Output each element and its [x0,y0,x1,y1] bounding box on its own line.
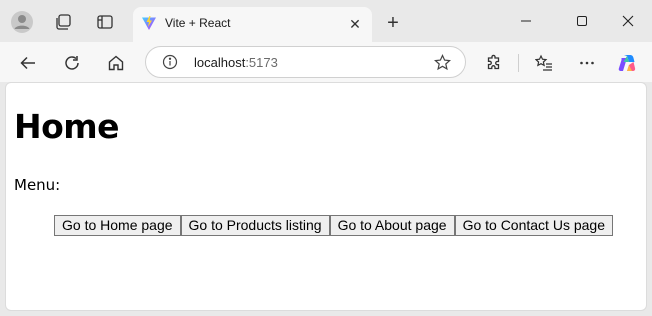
toolbar-divider [518,54,519,72]
navigation-toolbar: localhost:5173 [0,42,652,82]
menu-label: Menu: [14,176,61,194]
workspaces-icon[interactable] [51,10,75,34]
go-to-products-button[interactable]: Go to Products listing [180,215,330,236]
close-tab-icon[interactable]: ✕ [346,15,364,33]
url-port: :5173 [245,55,278,70]
web-page-viewport: Home Menu: Go to Home page Go to Product… [5,82,647,311]
tab-title: Vite + React [165,16,231,30]
browser-window: Vite + React ✕ + localhost:5173 Home Men… [0,0,652,316]
close-window-icon[interactable] [605,8,651,34]
tab-bar: Vite + React ✕ + [0,0,652,42]
extensions-icon[interactable] [480,49,508,77]
url-host: localhost [194,55,246,70]
home-icon[interactable] [102,49,130,77]
new-tab-icon[interactable]: + [382,12,404,34]
minimize-icon[interactable] [503,8,549,34]
reload-icon[interactable] [58,49,86,77]
site-info-icon[interactable] [162,54,178,75]
star-icon[interactable] [433,54,452,76]
page-title: Home [14,107,120,146]
address-bar[interactable]: localhost:5173 [145,46,466,78]
favorites-list-icon[interactable] [530,49,558,77]
vertical-tabs-icon[interactable] [93,10,117,34]
profile-avatar-icon[interactable] [10,10,34,34]
url-text: localhost:5173 [194,55,278,70]
go-to-home-button[interactable]: Go to Home page [54,215,181,236]
vite-logo-icon [141,15,157,36]
more-icon[interactable] [573,49,601,77]
maximize-icon[interactable] [559,8,605,34]
go-to-about-button[interactable]: Go to About page [329,215,455,236]
menu-button-row: Go to Home page Go to Products listing G… [54,215,613,236]
copilot-icon[interactable] [614,49,642,77]
back-arrow-icon[interactable] [14,49,42,77]
go-to-contact-button[interactable]: Go to Contact Us page [454,215,613,236]
tab-vite-react[interactable]: Vite + React ✕ [133,7,372,42]
